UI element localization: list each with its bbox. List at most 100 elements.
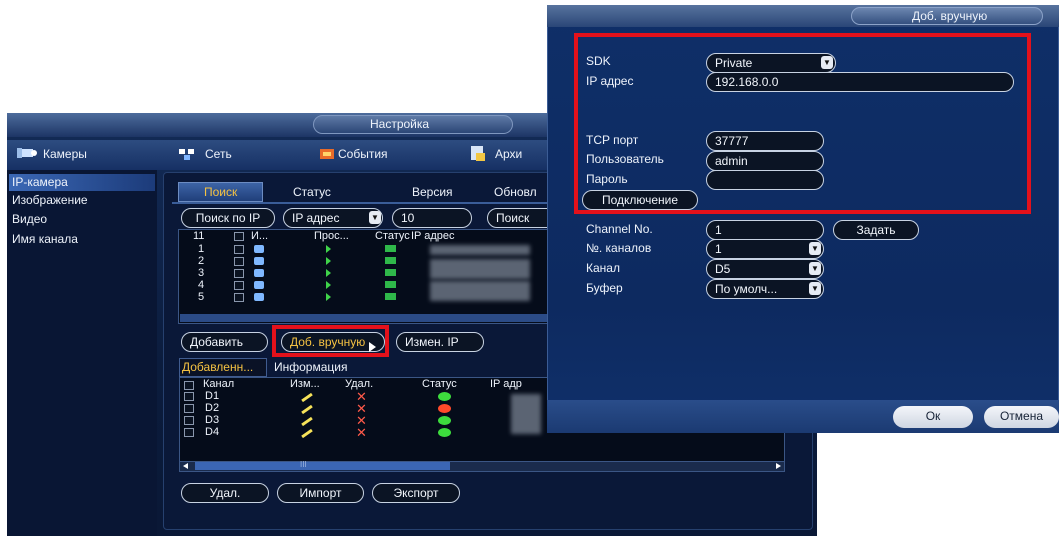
scrollbar-grip: III	[300, 460, 307, 469]
row-checkbox[interactable]	[234, 245, 244, 254]
tab-version[interactable]: Версия	[412, 185, 453, 199]
channel-select[interactable]: D5	[706, 259, 824, 279]
settings-title: Настройка	[370, 117, 430, 131]
status-online-icon	[385, 281, 396, 288]
menu-archive[interactable]: Архи	[495, 147, 522, 161]
delete-button-label: Удал.	[209, 486, 241, 500]
play-icon[interactable]	[326, 281, 331, 289]
scrollbar-thumb[interactable]	[195, 462, 450, 470]
device-table-row[interactable]: 1 2 3 4 5	[180, 243, 556, 313]
search-button-label: Поиск	[496, 211, 530, 225]
play-icon[interactable]	[326, 245, 331, 253]
buffer-value: По умолч...	[715, 282, 778, 296]
dialog-footer	[547, 400, 1059, 433]
ip-blurred	[430, 245, 530, 255]
num-channels-label: №. каналов	[586, 241, 652, 255]
import-button[interactable]: Импорт	[277, 483, 364, 503]
count-field[interactable]: 10	[392, 208, 472, 228]
row-checkbox[interactable]	[184, 428, 194, 437]
status-online-icon	[385, 293, 396, 300]
edit-icon[interactable]	[301, 416, 313, 427]
cameras-icon	[17, 146, 39, 160]
device-table-header-count: 11	[193, 230, 205, 242]
device-table-header-ip: IP адрес	[411, 230, 455, 242]
sidebar-item-video[interactable]: Видео	[12, 212, 47, 226]
row-checkbox[interactable]	[184, 416, 194, 425]
archive-icon	[470, 146, 486, 161]
channel-cell: D3	[205, 414, 220, 426]
cancel-button[interactable]: Отмена	[984, 406, 1059, 428]
added-header-ip: IP адр	[490, 378, 522, 390]
buffer-select[interactable]: По умолч...	[706, 279, 824, 299]
channel-no-field[interactable]: 1	[706, 220, 824, 240]
camera-icon	[254, 257, 264, 265]
change-ip-button[interactable]: Измен. IP	[396, 332, 484, 352]
export-button[interactable]: Экспорт	[372, 483, 460, 503]
delete-icon[interactable]: ✕	[356, 426, 367, 439]
play-icon[interactable]	[326, 257, 331, 265]
chevron-right-icon[interactable]	[776, 463, 781, 469]
sidebar-header-cameras[interactable]: Камеры	[43, 147, 87, 161]
delete-button[interactable]: Удал.	[181, 483, 269, 503]
status-dot	[438, 392, 451, 401]
added-table-header-checkbox[interactable]	[184, 381, 194, 390]
channel-cell: D1	[205, 390, 220, 402]
count-value: 10	[401, 211, 415, 225]
events-icon	[320, 148, 336, 161]
device-table-hscrollbar[interactable]	[180, 314, 556, 322]
ip-mode-select[interactable]: IP адрес	[283, 208, 383, 228]
ip-blurred	[430, 259, 530, 279]
camera-icon	[254, 269, 264, 277]
manual-add-highlight	[272, 325, 389, 357]
play-icon[interactable]	[326, 269, 331, 277]
import-button-label: Импорт	[299, 486, 342, 500]
status-online-icon	[385, 257, 396, 264]
menu-events[interactable]: События	[338, 147, 388, 161]
tab-status[interactable]: Статус	[293, 185, 331, 199]
chevron-down-icon[interactable]: ▼	[369, 211, 381, 224]
ip-blurred	[430, 281, 530, 301]
row-checkbox[interactable]	[234, 269, 244, 278]
set-button[interactable]: Задать	[833, 220, 919, 240]
channel-label: Канал	[586, 261, 620, 275]
chevron-down-icon[interactable]: ▼	[809, 242, 821, 255]
connection-fields-highlight	[574, 33, 1031, 214]
camera-icon	[254, 293, 264, 301]
num-channels-select[interactable]: 1	[706, 239, 824, 259]
chevron-down-icon[interactable]: ▼	[809, 282, 821, 295]
device-table-header-checkbox[interactable]	[234, 232, 244, 241]
row-number: 1	[198, 243, 205, 255]
row-checkbox[interactable]	[234, 281, 244, 290]
menu-network[interactable]: Сеть	[205, 147, 232, 161]
channel-no-value: 1	[715, 223, 722, 237]
added-header-edit: Изм...	[290, 378, 320, 390]
edit-icon[interactable]	[301, 392, 313, 403]
sidebar-item-ip-camera[interactable]: IP-камера	[12, 175, 68, 189]
row-checkbox[interactable]	[234, 257, 244, 266]
add-button[interactable]: Добавить	[181, 332, 268, 352]
sidebar-item-image[interactable]: Изображение	[12, 193, 88, 207]
edit-icon[interactable]	[301, 404, 313, 415]
row-number: 5	[198, 291, 205, 303]
ok-button[interactable]: Ок	[893, 406, 973, 428]
search-by-ip-button[interactable]: Поиск по IP	[181, 208, 275, 228]
network-icon	[178, 148, 196, 161]
tab-info[interactable]: Информация	[274, 360, 347, 374]
play-icon[interactable]	[326, 293, 331, 301]
status-dot	[438, 404, 451, 413]
chevron-down-icon[interactable]: ▼	[809, 262, 821, 275]
tab-update[interactable]: Обновл	[494, 185, 537, 199]
ip-blurred	[511, 394, 541, 434]
channel-no-label: Channel No.	[586, 222, 653, 236]
row-checkbox[interactable]	[234, 293, 244, 302]
row-checkbox[interactable]	[184, 392, 194, 401]
edit-icon[interactable]	[301, 428, 313, 439]
row-checkbox[interactable]	[184, 404, 194, 413]
device-table-header-status: Статус	[375, 230, 410, 242]
added-header-channel: Канал	[203, 378, 235, 390]
status-dot	[438, 416, 451, 425]
channel-cell: D4	[205, 426, 220, 438]
chevron-left-icon[interactable]	[183, 463, 188, 469]
channel-cell: D2	[205, 402, 220, 414]
sidebar-item-channel-name[interactable]: Имя канала	[12, 232, 78, 246]
